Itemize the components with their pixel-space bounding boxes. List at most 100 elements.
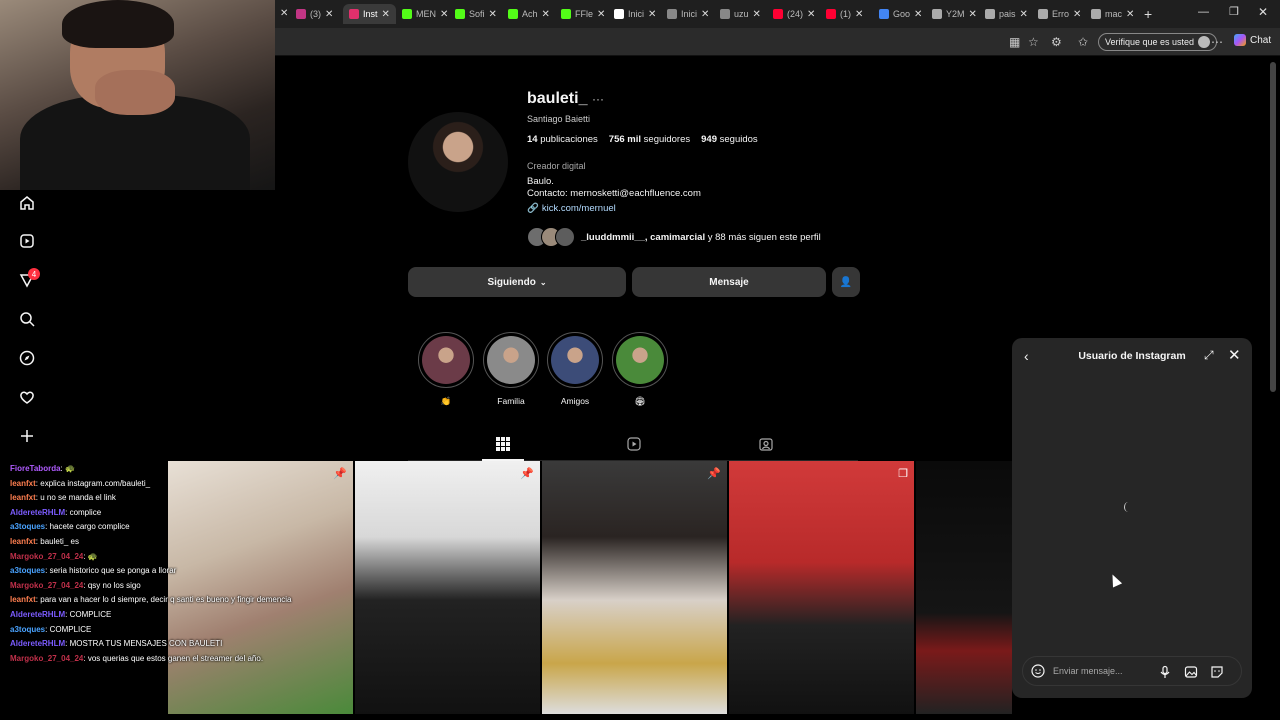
chevron-down-icon: ⌄	[539, 277, 547, 287]
chat-message: FioreTaborda: 🐢	[0, 462, 340, 477]
browser-tab[interactable]: Inici ✕	[614, 4, 656, 24]
post-thumbnail[interactable]: ❐	[729, 461, 914, 714]
favorite-star-icon[interactable]: ☆	[1028, 35, 1039, 49]
tab-favicon-icon	[614, 9, 624, 19]
browser-tab[interactable]: MEN ✕	[402, 4, 448, 24]
tab-close-icon[interactable]: ✕	[855, 9, 863, 20]
story-highlight[interactable]	[547, 332, 603, 388]
profile-options-icon[interactable]: ···	[592, 92, 604, 106]
profile-link[interactable]: 🔗 kick.com/mernuel	[527, 203, 616, 214]
post-thumbnail[interactable]	[916, 461, 1012, 714]
tab-close-icon[interactable]: ✕	[753, 9, 761, 20]
tab-close-icon[interactable]: ✕	[489, 9, 497, 20]
tab-close-icon[interactable]: ✕	[1020, 9, 1028, 20]
tab-close-icon[interactable]: ✕	[701, 9, 709, 20]
browser-tab[interactable]: Inici ✕	[667, 4, 709, 24]
pin-icon: 📌	[707, 468, 721, 480]
tab-close-icon[interactable]: ✕	[280, 8, 288, 19]
chat-text: : 🐢	[60, 464, 75, 473]
chat-username: leanfxt	[10, 536, 36, 546]
tab-close-icon[interactable]: ✕	[1073, 9, 1081, 20]
expand-icon[interactable]: ⤢	[1204, 348, 1214, 363]
chat-message: leanfxt: para van a hacer lo d siempre, …	[0, 593, 340, 608]
browser-tab[interactable]: pais ✕	[985, 4, 1028, 24]
search-icon[interactable]	[17, 309, 37, 329]
story-highlight-label: 🏟	[634, 396, 646, 406]
posts-grid-tab[interactable]	[495, 436, 511, 452]
verify-identity-button[interactable]: Verifique que es usted	[1098, 33, 1218, 51]
chat-username: AldereteRHLM	[10, 639, 66, 649]
browser-tab[interactable]: uzu ✕	[720, 4, 761, 24]
microphone-icon[interactable]	[1158, 665, 1172, 679]
browser-tab[interactable]: Erro ✕	[1038, 4, 1081, 24]
tab-close-icon[interactable]: ✕	[969, 9, 977, 20]
close-icon[interactable]: ✕	[1228, 346, 1241, 364]
tab-close-icon[interactable]: ✕	[440, 9, 448, 20]
browser-tab[interactable]: Sofi ✕	[455, 4, 497, 24]
browser-tab[interactable]: FFle ✕	[561, 4, 605, 24]
tab-close-icon[interactable]: ✕	[382, 9, 390, 20]
browser-tab[interactable]: (3) ✕	[296, 4, 333, 24]
tab-label: mac	[1105, 9, 1123, 19]
browser-tab[interactable]: Ach ✕	[508, 4, 550, 24]
following-stat[interactable]: 949 seguidos	[701, 134, 758, 145]
tab-close-icon[interactable]: ✕	[325, 9, 333, 20]
tab-close-icon[interactable]: ✕	[914, 9, 922, 20]
followed-by-row[interactable]: _luuddmmii__, camimarcial y 88 más sigue…	[527, 227, 821, 247]
tab-favicon-icon	[720, 9, 730, 19]
story-highlight-label: Familia	[497, 396, 525, 406]
tab-close-icon[interactable]: ✕	[1126, 9, 1134, 20]
restore-icon[interactable]: ❐	[1229, 5, 1239, 18]
suggested-users-button[interactable]: 👤	[832, 267, 860, 297]
story-highlight[interactable]	[418, 332, 474, 388]
post-thumbnail[interactable]: 📌	[542, 461, 727, 714]
browser-tab[interactable]: (24) ✕	[773, 4, 815, 24]
close-window-icon[interactable]: ✕	[1258, 5, 1268, 19]
copilot-chat-button[interactable]: Chat	[1234, 34, 1271, 46]
message-button[interactable]: Mensaje	[632, 267, 826, 297]
create-icon[interactable]	[17, 426, 37, 446]
favorites-icon[interactable]: ✩	[1078, 35, 1088, 49]
chat-username: AldereteRHLM	[10, 507, 66, 517]
split-screen-icon[interactable]: ▦	[1009, 35, 1020, 49]
following-button[interactable]: Siguiendo ⌄	[408, 267, 626, 297]
reels-icon[interactable]	[17, 231, 37, 251]
new-tab-icon[interactable]: +	[1144, 6, 1152, 22]
reels-tab-icon[interactable]	[626, 436, 642, 452]
tab-favicon-icon	[349, 9, 359, 19]
tab-favicon-icon	[402, 9, 412, 19]
tab-close-icon[interactable]: ✕	[648, 9, 656, 20]
more-menu-icon[interactable]: ⋯	[1211, 35, 1223, 49]
browser-tab[interactable]: Y2M ✕	[932, 4, 977, 24]
tab-close-icon[interactable]: ✕	[597, 9, 605, 20]
post-thumbnail[interactable]: 📌	[355, 461, 540, 714]
chat-label: Chat	[1250, 34, 1272, 46]
image-icon[interactable]	[1184, 665, 1198, 679]
browser-tab[interactable]: Goo ✕	[879, 4, 922, 24]
chat-username: AldereteRHLM	[10, 609, 66, 619]
chat-message: AldereteRHLM: MOSTRA TUS MENSAJES CON BA…	[0, 637, 340, 652]
sticker-icon[interactable]	[1210, 665, 1224, 679]
profile-avatar[interactable]	[408, 112, 508, 212]
message-input[interactable]	[1053, 666, 1153, 676]
notifications-heart-icon[interactable]	[17, 387, 37, 407]
home-icon[interactable]	[17, 193, 37, 213]
browser-tab[interactable]: mac ✕	[1091, 4, 1134, 24]
minimize-icon[interactable]: —	[1198, 6, 1209, 18]
chat-text: : COMPLICE	[65, 609, 112, 619]
story-highlight[interactable]	[483, 332, 539, 388]
tab-close-icon[interactable]: ✕	[542, 9, 550, 20]
followers-stat[interactable]: 756 mil seguidores	[609, 134, 690, 145]
copilot-icon	[1234, 34, 1246, 46]
page-scrollbar[interactable]	[1270, 62, 1276, 392]
browser-tab[interactable]: (1) ✕	[826, 4, 863, 24]
extensions-icon[interactable]: ⚙	[1051, 35, 1062, 49]
browser-tab[interactable]: Inst ✕	[343, 4, 396, 24]
chat-username: leanfxt	[10, 478, 36, 488]
chat-message: AldereteRHLM: complice	[0, 506, 340, 521]
explore-icon[interactable]	[17, 348, 37, 368]
emoji-icon[interactable]	[1031, 664, 1045, 678]
tab-close-icon[interactable]: ✕	[807, 9, 815, 20]
story-highlight[interactable]	[612, 332, 668, 388]
tagged-tab-icon[interactable]	[758, 436, 774, 452]
